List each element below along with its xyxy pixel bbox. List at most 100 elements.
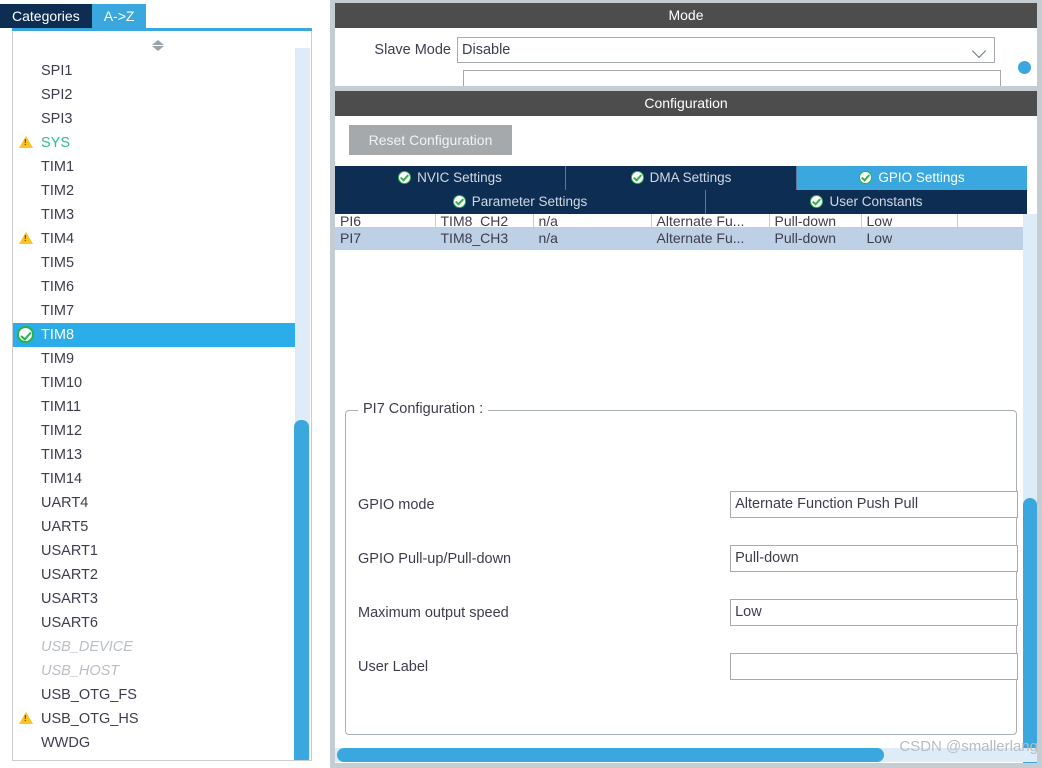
peripheral-item-tim2[interactable]: TIM2 (13, 179, 296, 203)
configuration-panel-title: Configuration (335, 91, 1037, 116)
property-value-field[interactable]: Alternate Function Push Pull (730, 491, 1018, 518)
table-cell: Low (861, 214, 958, 228)
peripheral-item-tim14[interactable]: TIM14 (13, 467, 296, 491)
peripheral-item-label: TIM11 (41, 399, 82, 415)
slave-mode-dropdown[interactable]: Disable (457, 37, 995, 63)
left-scrollbar-thumb[interactable] (294, 420, 309, 760)
config-tab-nvic-settings[interactable]: NVIC Settings (335, 166, 566, 190)
table-cell (957, 227, 1028, 250)
property-label: GPIO Pull-up/Pull-down (358, 550, 512, 567)
property-value-field[interactable]: Pull-down (730, 545, 1018, 572)
config-tab-gpio-settings[interactable]: GPIO Settings (797, 166, 1027, 190)
category-tab-a-z[interactable]: A->Z (91, 4, 147, 28)
peripheral-item-label: USART3 (41, 591, 98, 607)
check-circle-icon (859, 171, 873, 184)
table-row[interactable]: PI6 TIM8_CH2 n/a Alternate Fu... Pull-down Lo… (335, 214, 1028, 228)
config-tab-row-secondary: Parameter Settings User Constants (335, 190, 1027, 214)
peripheral-item-usb_device[interactable]: USB_DEVICE (13, 635, 296, 659)
peripheral-item-tim1[interactable]: TIM1 (13, 155, 296, 179)
property-label: User Label (358, 658, 429, 675)
category-tab-categories[interactable]: Categories (0, 4, 92, 28)
peripheral-item-label: USART6 (41, 615, 98, 631)
table-cell: n/a (533, 227, 652, 250)
horizontal-scrollbar-thumb[interactable] (337, 748, 884, 762)
peripheral-item-label: SPI3 (41, 111, 73, 127)
peripheral-item-spi3[interactable]: SPI3 (13, 107, 296, 131)
peripheral-item-label: SYS (41, 135, 71, 151)
peripheral-item-sys[interactable]: SYS (13, 131, 296, 155)
slave-mode-row: Slave Mode Disable (335, 36, 1037, 64)
mode-panel-body: Slave Mode Disable (335, 28, 1037, 86)
peripheral-item-label: USART1 (41, 543, 98, 559)
check-circle-icon (398, 171, 412, 184)
property-value-field[interactable]: Low (730, 599, 1018, 626)
peripheral-item-label: TIM7 (41, 303, 75, 319)
property-row: GPIO Pull-up/Pull-down Pull-down (346, 545, 1018, 572)
peripheral-item-label: UART5 (41, 519, 89, 535)
property-label: GPIO mode (358, 496, 435, 513)
table-cell: PI7 (335, 227, 436, 250)
category-tab-label: Categories (12, 8, 80, 24)
property-value-field[interactable] (730, 653, 1018, 680)
property-label: Maximum output speed (358, 604, 509, 621)
config-tab-dma-settings[interactable]: DMA Settings (566, 166, 797, 190)
peripheral-item-usart1[interactable]: USART1 (13, 539, 296, 563)
peripheral-item-label: TIM2 (41, 183, 75, 199)
table-cell: n/a (533, 214, 652, 228)
peripheral-item-spi2[interactable]: SPI2 (13, 83, 296, 107)
slave-mode-label: Slave Mode (374, 42, 451, 58)
peripheral-item-tim5[interactable]: TIM5 (13, 251, 296, 275)
config-tab-label: DMA Settings (649, 170, 732, 185)
peripheral-item-usb_otg_fs[interactable]: USB_OTG_FS (13, 683, 296, 707)
peripheral-item-tim8[interactable]: TIM8 (13, 323, 296, 347)
peripheral-item-usb_host[interactable]: USB_HOST (13, 659, 296, 683)
peripheral-item-usb_otg_hs[interactable]: USB_OTG_HS (13, 707, 296, 731)
peripheral-item-label: USB_OTG_FS (41, 687, 137, 703)
peripheral-item-sdio[interactable]: SDIO (13, 49, 296, 59)
table-row[interactable]: PI7 TIM8_CH3 n/a Alternate Fu... Pull-down Lo… (335, 227, 1028, 250)
peripheral-item-label: TIM5 (41, 255, 75, 271)
peripheral-item-uart5[interactable]: UART5 (13, 515, 296, 539)
table-cell: Low (861, 227, 958, 250)
peripheral-item-tim6[interactable]: TIM6 (13, 275, 296, 299)
peripheral-item-tim7[interactable]: TIM7 (13, 299, 296, 323)
peripheral-item-tim13[interactable]: TIM13 (13, 443, 296, 467)
config-scrollbar-thumb[interactable] (1023, 498, 1037, 763)
peripheral-item-spi1[interactable]: SPI1 (13, 59, 296, 83)
peripheral-item-label: SPI2 (41, 87, 73, 103)
config-tab-label: Parameter Settings (471, 194, 588, 209)
pin-configuration-legend: PI7 Configuration : (358, 401, 489, 417)
peripheral-item-tim11[interactable]: TIM11 (13, 395, 296, 419)
peripheral-item-usart3[interactable]: USART3 (13, 587, 296, 611)
property-row: GPIO mode Alternate Function Push Pull (346, 491, 1018, 518)
peripheral-item-usart2[interactable]: USART2 (13, 563, 296, 587)
check-circle-icon (630, 171, 644, 184)
peripheral-item-tim9[interactable]: TIM9 (13, 347, 296, 371)
mode-scrollbar-thumb[interactable] (1018, 61, 1031, 74)
peripheral-item-wwdg[interactable]: WWDG (13, 731, 296, 755)
mode-secondary-field[interactable] (463, 70, 1001, 86)
config-tab-parameter-settings[interactable]: Parameter Settings (335, 190, 706, 214)
peripheral-item-tim12[interactable]: TIM12 (13, 419, 296, 443)
peripheral-item-usart6[interactable]: USART6 (13, 611, 296, 635)
config-scrollbar-track[interactable] (1023, 214, 1037, 763)
peripheral-item-uart4[interactable]: UART4 (13, 491, 296, 515)
table-cell: Alternate Fu... (651, 214, 770, 228)
peripheral-item-label: TIM3 (41, 207, 75, 223)
peripheral-item-tim10[interactable]: TIM10 (13, 371, 296, 395)
config-tab-row-primary: NVIC Settings DMA Settings GPIO Settings (335, 166, 1027, 190)
peripheral-item-tim4[interactable]: TIM4 (13, 227, 296, 251)
peripheral-list-panel: Categories A->Z SDIO SPI1 SPI2 SPI3 SYS TIM1 TI… (0, 0, 330, 768)
check-circle-icon (810, 195, 824, 208)
table-cell: Pull-down (769, 227, 862, 250)
peripheral-item-label: TIM10 (41, 375, 83, 391)
peripheral-item-label: TIM14 (41, 471, 83, 487)
left-scrollbar-track[interactable] (294, 48, 310, 760)
category-tab-strip: Categories A->Z (0, 4, 330, 28)
gpio-pin-table[interactable]: PI6 TIM8_CH2 n/a Alternate Fu... Pull-down Lo… (335, 214, 1028, 250)
peripheral-item-label: SPI1 (41, 63, 73, 79)
peripheral-item-tim3[interactable]: TIM3 (13, 203, 296, 227)
reset-configuration-button[interactable]: Reset Configuration (349, 125, 512, 155)
configuration-panel-body: Reset Configuration NVIC Settings DMA Set… (335, 116, 1037, 763)
config-tab-user-constants[interactable]: User Constants (706, 190, 1027, 214)
